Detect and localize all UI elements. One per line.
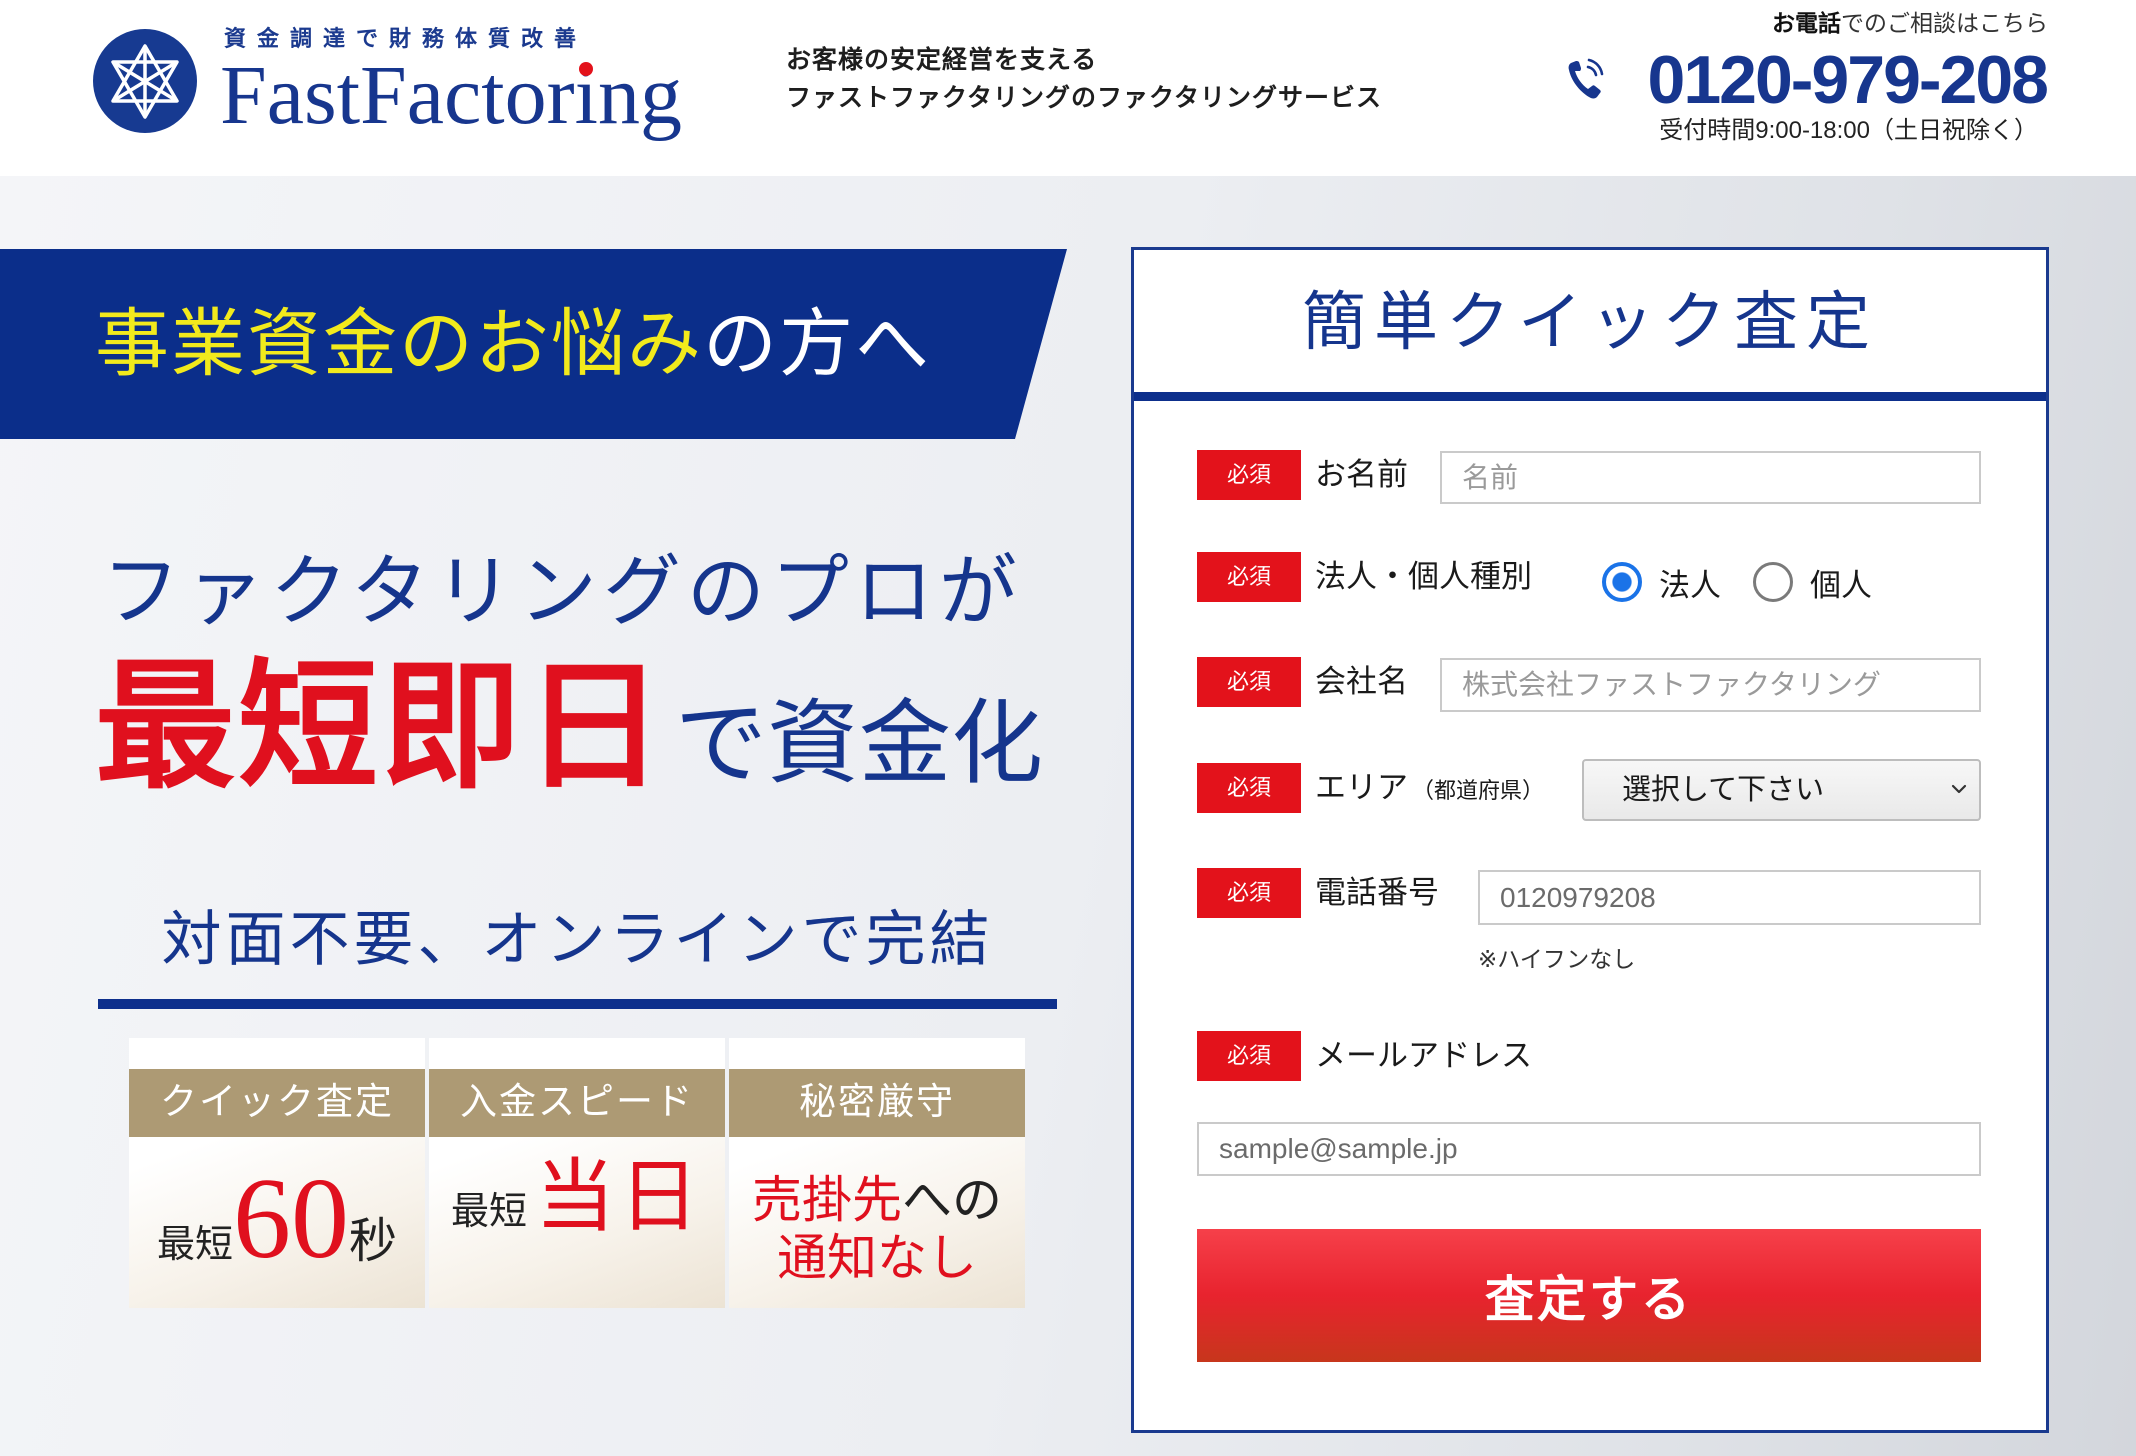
email-input[interactable] bbox=[1197, 1122, 1981, 1176]
area-select-wrapper: 選択して下さい bbox=[1582, 759, 1981, 821]
feature-title: 秘密厳守 bbox=[729, 1069, 1025, 1137]
subhead-divider bbox=[98, 999, 1057, 1009]
header-catchphrase: お客様の安定経営を支える ファストファクタリングのファクタリングサービス bbox=[786, 42, 1382, 118]
individual-radio[interactable] bbox=[1753, 562, 1793, 602]
entity-type-option-individual[interactable]: 個人 bbox=[1753, 557, 1872, 607]
catchphrase-line-1: お客様の安定経営を支える bbox=[786, 47, 1098, 74]
feature-card-quick-assessment: クイック査定 最短 60 秒 bbox=[129, 1038, 425, 1308]
form-title: 簡単クイック査定 bbox=[1302, 287, 1878, 358]
hero-headline-2: 最短即日 で資金化 bbox=[95, 654, 1043, 804]
name-input[interactable] bbox=[1440, 451, 1981, 504]
phone-number-link[interactable]: 0120-979-208 bbox=[1648, 46, 2049, 114]
site-header: 資金調達で財務体質改善 FastFactoring お客様の安定経営を支える フ… bbox=[0, 0, 2136, 176]
submit-assessment-button[interactable]: 査定する bbox=[1197, 1229, 1981, 1362]
corporate-radio-label: 法人 bbox=[1659, 567, 1721, 603]
feature-value-row: 最短 60 秒 bbox=[129, 1150, 425, 1289]
quick-assessment-form: 簡単クイック査定 必須 お名前 必須 法人・個人種別 法人 個人 必須 会社名 … bbox=[1131, 247, 2049, 1433]
individual-radio-label: 個人 bbox=[1810, 567, 1872, 603]
phone-label: 電話番号 bbox=[1315, 875, 1439, 910]
contact-lead: お電話でのご相談はこちら bbox=[1772, 8, 2048, 38]
contact-phone-row: 0120-979-208 bbox=[1566, 46, 2049, 114]
feature-title: クイック査定 bbox=[129, 1069, 425, 1137]
feature-line-1: 売掛先への bbox=[729, 1171, 1025, 1229]
area-select[interactable]: 選択して下さい bbox=[1582, 759, 1981, 821]
feature-card-confidentiality: 秘密厳守 売掛先への 通知なし bbox=[729, 1038, 1025, 1308]
feature-value-row: 最短 当日 bbox=[429, 1150, 725, 1246]
phone-icon bbox=[1568, 58, 1603, 99]
phone-input[interactable] bbox=[1478, 870, 1981, 925]
feature-list: クイック査定 最短 60 秒 入金スピード 最短 当日 秘密厳守 売掛先への 通… bbox=[129, 1038, 1026, 1308]
banner-rest: の方へ bbox=[703, 302, 931, 385]
required-badge: 必須 bbox=[1197, 1031, 1301, 1081]
catchphrase-line-2: ファストファクタリングのファクタリングサービス bbox=[786, 85, 1383, 112]
feature-line-1-emph: 売掛先 bbox=[752, 1172, 902, 1228]
banner-highlight: 事業資金のお悩み bbox=[95, 302, 703, 385]
feature-suffix: 秒 bbox=[349, 1215, 398, 1268]
company-input[interactable] bbox=[1440, 658, 1981, 712]
area-label: エリア （都道府県） bbox=[1315, 763, 1544, 813]
feature-prefix: 最短 bbox=[156, 1224, 233, 1266]
feature-line-2: 通知なし bbox=[777, 1230, 977, 1286]
area-sublabel: （都道府県） bbox=[1412, 778, 1545, 803]
business-hours: 受付時間9:00-18:00（土日祝除く） bbox=[1659, 117, 2038, 144]
headline-rest: で資金化 bbox=[675, 693, 1044, 795]
feature-value: 60 bbox=[233, 1155, 349, 1283]
feature-card-payment-speed: 入金スピード 最短 当日 bbox=[429, 1038, 725, 1308]
required-badge: 必須 bbox=[1197, 450, 1301, 500]
form-title-divider bbox=[1134, 392, 2046, 401]
company-label: 会社名 bbox=[1315, 664, 1408, 699]
feature-line-1-rest: への bbox=[902, 1172, 1002, 1228]
contact-lead-rest: でのご相談はこちら bbox=[1841, 10, 2048, 36]
hero-banner: 事業資金のお悩みの方へ bbox=[0, 249, 1067, 439]
email-label: メールアドレス bbox=[1315, 1038, 1532, 1073]
required-badge: 必須 bbox=[1197, 657, 1301, 707]
brand-wordmark: FastFactoring bbox=[220, 54, 682, 138]
feature-value: 当日 bbox=[535, 1154, 703, 1242]
headline-emphasis: 最短即日 bbox=[95, 651, 668, 806]
feature-title: 入金スピード bbox=[429, 1069, 725, 1137]
contact-lead-strong: お電話 bbox=[1772, 10, 1841, 36]
hero-subhead: 対面不要、オンラインで完結 bbox=[161, 907, 994, 973]
name-label: お名前 bbox=[1315, 457, 1408, 492]
entity-type-option-corporate[interactable]: 法人 bbox=[1602, 557, 1721, 607]
required-badge: 必須 bbox=[1197, 763, 1301, 813]
required-badge: 必須 bbox=[1197, 868, 1301, 918]
required-badge: 必須 bbox=[1197, 552, 1301, 602]
corporate-radio[interactable] bbox=[1602, 562, 1642, 602]
feature-text: 売掛先への 通知なし bbox=[729, 1171, 1025, 1287]
brand-logo-link[interactable]: 資金調達で財務体質改善 FastFactoring bbox=[0, 0, 740, 176]
phone-note: ※ハイフンなし bbox=[1478, 946, 1636, 972]
hero-banner-text: 事業資金のお悩みの方へ bbox=[95, 249, 931, 439]
area-label-text: エリア bbox=[1315, 770, 1408, 805]
feature-prefix: 最短 bbox=[450, 1191, 527, 1233]
brand-wordmark-text: FastFactoring bbox=[220, 49, 682, 142]
star-emblem-icon bbox=[93, 29, 197, 133]
hero-headline-1: ファクタリングのプロが bbox=[102, 548, 1023, 635]
entity-type-label: 法人・個人種別 bbox=[1315, 559, 1532, 594]
